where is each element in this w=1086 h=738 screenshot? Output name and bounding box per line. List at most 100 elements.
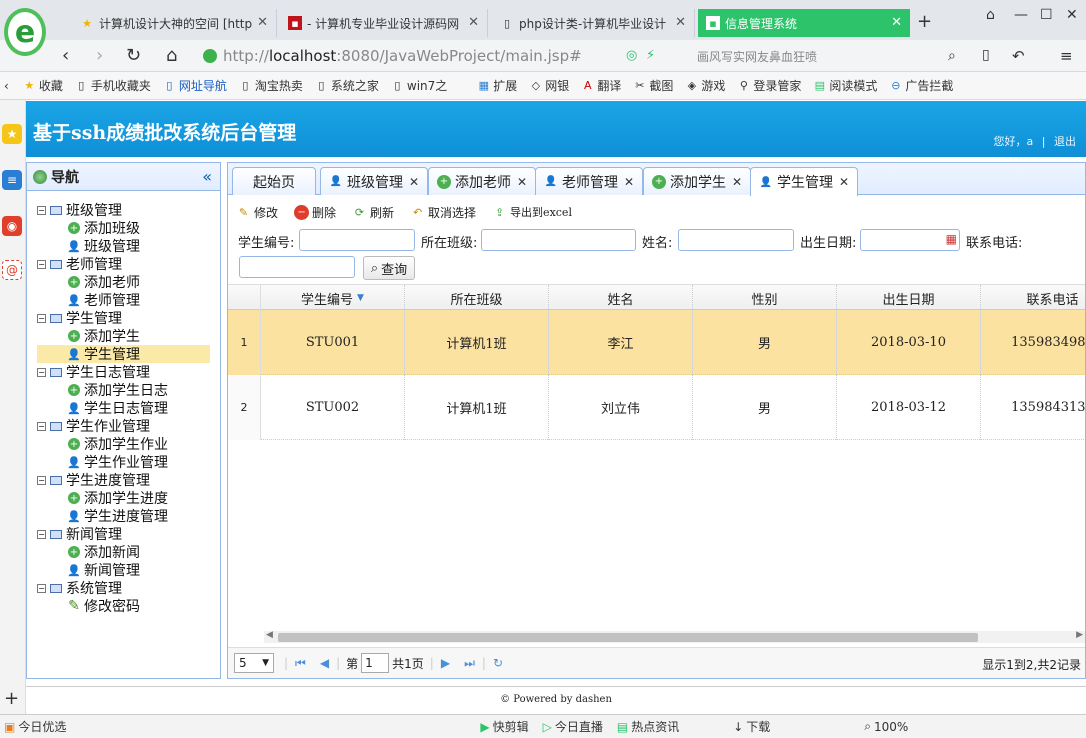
last-page-icon[interactable]: ⏭: [464, 656, 475, 671]
bookmark-item[interactable]: ⊖ 广告拦截: [889, 77, 953, 94]
maximize-icon[interactable]: ☐: [1040, 7, 1053, 23]
collapse-toggle-icon[interactable]: −: [37, 583, 46, 593]
bookmark-item[interactable]: ▯ 网址导航: [163, 77, 227, 94]
undo-icon[interactable]: ↶: [1012, 47, 1025, 65]
collapse-toggle-icon[interactable]: −: [37, 421, 46, 431]
sidebar-item[interactable]: + 添加新闻: [67, 543, 140, 561]
sidebar-item[interactable]: ✎ 修改密码: [67, 597, 140, 615]
favorites-icon[interactable]: ★: [2, 124, 22, 144]
export-button[interactable]: ⇪ 导出到excel: [492, 204, 572, 220]
sidebar-item[interactable]: + 添加老师: [67, 273, 140, 291]
calendar-icon[interactable]: ▦: [946, 232, 957, 246]
refresh-button[interactable]: ⟳ 刷新: [352, 204, 394, 221]
browser-tab-3[interactable]: ▯ php设计类-计算机毕业设计 ✕: [492, 9, 695, 37]
speed-icon[interactable]: ⚡: [646, 48, 655, 63]
close-icon[interactable]: ✕: [839, 175, 849, 189]
forward-icon[interactable]: ›: [96, 45, 103, 66]
collapse-toggle-icon[interactable]: −: [37, 529, 46, 539]
browser-tab-4[interactable]: ▪ 信息管理系统 ✕: [698, 9, 910, 37]
sidebar-item[interactable]: 👤 老师管理: [67, 291, 140, 309]
close-window-icon[interactable]: ✕: [1066, 7, 1078, 23]
nav-group[interactable]: − 系统管理: [37, 579, 122, 597]
nav-group[interactable]: − 学生进度管理: [37, 471, 150, 489]
sidebar-item[interactable]: + 添加学生作业: [67, 435, 168, 453]
horizontal-scrollbar[interactable]: ◀ ▶: [264, 630, 1085, 643]
class-input[interactable]: [481, 229, 636, 251]
bookmark-item[interactable]: ⚲ 登录管家: [737, 77, 802, 94]
query-button[interactable]: ⌕ 查询: [363, 256, 415, 280]
sidebar-item[interactable]: 👤 学生进度管理: [67, 507, 168, 525]
list-icon[interactable]: ≡: [2, 170, 22, 190]
scrollbar-thumb[interactable]: [278, 633, 978, 642]
scroll-left-icon[interactable]: ◀: [266, 630, 273, 640]
compat-icon[interactable]: ◎: [626, 48, 637, 63]
close-icon[interactable]: ✕: [257, 15, 268, 30]
edit-button[interactable]: ✎ 修改: [236, 204, 278, 221]
status-item[interactable]: ↓ 下载: [733, 718, 770, 735]
sidebar-item[interactable]: + 添加学生: [67, 327, 140, 345]
tab-teacher-manage[interactable]: 👤 老师管理 ✕: [535, 167, 644, 195]
student-no-input[interactable]: [299, 229, 415, 251]
column-header[interactable]: 学生编号 ▼: [261, 285, 405, 311]
bookmark-item[interactable]: ▤ 阅读模式: [813, 77, 878, 94]
search-icon[interactable]: ⌕: [948, 48, 956, 64]
nav-group[interactable]: − 学生管理: [37, 309, 122, 327]
home-icon[interactable]: ⌂: [166, 45, 177, 66]
collapse-toggle-icon[interactable]: −: [37, 475, 46, 485]
nav-group[interactable]: − 班级管理: [37, 201, 122, 219]
column-header[interactable]: 所在班级: [405, 285, 549, 311]
back-icon[interactable]: ‹: [62, 45, 69, 66]
sidebar-item[interactable]: 👤 学生作业管理: [67, 453, 168, 471]
page-size-select[interactable]: 5 ▼: [234, 653, 274, 673]
status-item[interactable]: ▶ 快剪辑: [480, 718, 528, 735]
mail-icon[interactable]: @: [2, 260, 22, 280]
close-icon[interactable]: ✕: [517, 175, 527, 189]
collapse-toggle-icon[interactable]: −: [37, 259, 46, 269]
weibo-icon[interactable]: ◉: [2, 216, 22, 236]
column-header[interactable]: 性别: [693, 285, 837, 311]
logout-link[interactable]: 退出: [1054, 135, 1076, 148]
status-item[interactable]: ▤ 热点资讯: [617, 718, 679, 735]
column-header[interactable]: 联系电话: [981, 285, 1085, 311]
url-input[interactable]: http://localhost:8080/JavaWebProject/mai…: [203, 44, 618, 68]
bookmark-item[interactable]: ▯ 系统之家: [315, 77, 379, 94]
bookmark-item[interactable]: ▦ 扩展: [477, 77, 518, 94]
bookmark-item[interactable]: ◇ 网银: [529, 77, 570, 94]
scroll-right-icon[interactable]: ▶: [1076, 630, 1083, 640]
minimize-icon[interactable]: —: [1014, 7, 1028, 23]
collapse-icon[interactable]: «: [202, 167, 212, 186]
close-icon[interactable]: ✕: [732, 175, 742, 189]
sidebar-item[interactable]: 👤 学生管理: [37, 345, 210, 363]
reload-icon[interactable]: ↻: [126, 45, 141, 66]
sidebar-item[interactable]: 👤 班级管理: [67, 237, 140, 255]
close-icon[interactable]: ✕: [468, 15, 479, 30]
tab-class-manage[interactable]: 👤 班级管理 ✕: [320, 167, 429, 195]
zoom-level[interactable]: ⌕ 100%: [864, 719, 908, 734]
bookmark-item[interactable]: ★ 收藏: [23, 77, 62, 94]
search-input[interactable]: 画风写实网友鼻血狂喷: [697, 46, 967, 66]
tab-student-manage[interactable]: 👤 学生管理 ✕: [750, 167, 859, 196]
collapse-toggle-icon[interactable]: −: [37, 205, 46, 215]
table-row[interactable]: 2 STU002 计算机1班 刘立伟 男 2018-03-12 13598431…: [228, 375, 1085, 440]
browser-tab-1[interactable]: ★ 计算机设计大神的空间 [http ✕: [72, 9, 277, 37]
nav-group[interactable]: − 学生日志管理: [37, 363, 150, 381]
close-icon[interactable]: ✕: [891, 15, 902, 30]
first-page-icon[interactable]: ⏮: [295, 656, 306, 671]
sidebar-item[interactable]: + 添加班级: [67, 219, 140, 237]
tab-home[interactable]: 起始页: [232, 167, 316, 195]
phone-icon[interactable]: ▯: [982, 47, 990, 63]
phone-input[interactable]: [239, 256, 355, 278]
bookmark-item[interactable]: ▯ 淘宝热卖: [239, 77, 303, 94]
sidebar-item[interactable]: + 添加学生日志: [67, 381, 168, 399]
page-number-input[interactable]: 1: [361, 653, 390, 673]
bookmark-item[interactable]: A 翻译: [581, 77, 621, 94]
browser-tab-2[interactable]: ▪ - 计算机专业毕业设计源码网 ✕: [280, 9, 488, 37]
close-icon[interactable]: ✕: [675, 15, 686, 30]
column-header[interactable]: 姓名: [549, 285, 693, 311]
new-tab-icon[interactable]: +: [917, 11, 932, 32]
nav-group[interactable]: − 老师管理: [37, 255, 122, 273]
name-input[interactable]: [678, 229, 794, 251]
menu-icon[interactable]: ≡: [1060, 47, 1073, 65]
add-icon[interactable]: +: [4, 688, 19, 709]
unselect-button[interactable]: ↶ 取消选择: [410, 204, 476, 221]
